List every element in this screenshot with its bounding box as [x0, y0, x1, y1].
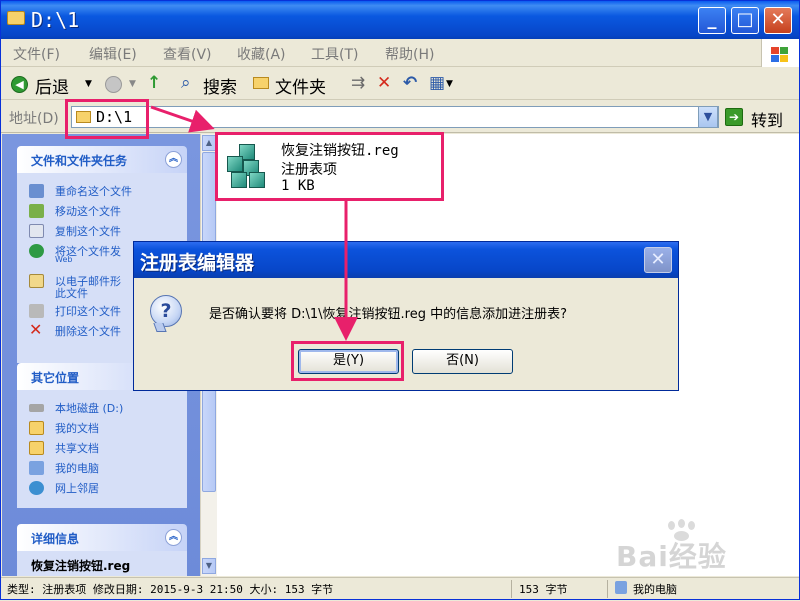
annotation-arrows [150, 105, 358, 341]
explorer-window: D:\1 _ □ ✕ 文件(F) 编辑(E) 查看(V) 收藏(A) 工具(T)… [0, 0, 800, 600]
baidu-watermark: Bai经验 [616, 519, 766, 573]
annotation-arrow-1 [150, 105, 215, 133]
watermark-text: Bai经验 [616, 540, 727, 573]
